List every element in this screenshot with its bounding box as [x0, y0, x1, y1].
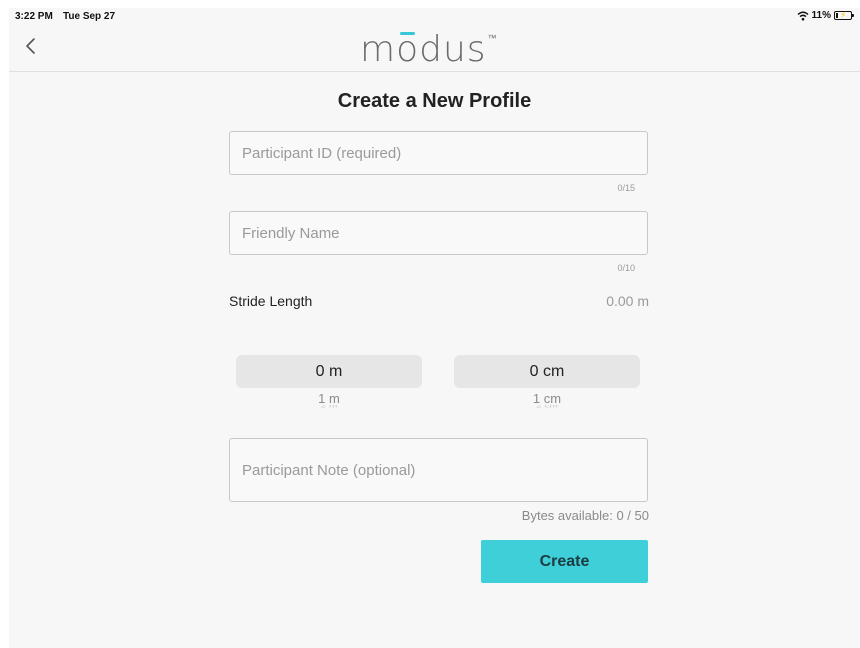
- device-frame: 3:22 PM Tue Sep 27 11% ⚡ modus™ Create a…: [0, 0, 860, 648]
- battery-percent: 11%: [811, 10, 831, 21]
- modus-logo: modus™: [360, 29, 498, 70]
- centimeter-picker-option[interactable]: 2 cm: [454, 405, 640, 409]
- app-screen: 3:22 PM Tue Sep 27 11% ⚡ modus™ Create a…: [9, 8, 860, 648]
- bytes-available-label: Bytes available: 0 / 50: [521, 508, 649, 523]
- meter-picker-option[interactable]: 2 m: [236, 405, 422, 409]
- centimeter-picker[interactable]: 0 cm 1 cm 2 cm: [454, 355, 640, 413]
- stride-length-label: Stride Length: [229, 293, 313, 309]
- participant-id-input[interactable]: Participant ID (required): [229, 131, 648, 175]
- participant-id-counter: 0/15: [617, 183, 635, 193]
- participant-id-placeholder: Participant ID (required): [242, 144, 402, 162]
- centimeter-picker-selected[interactable]: 0 cm: [454, 355, 640, 388]
- navigation-bar: modus™: [9, 24, 860, 72]
- friendly-name-counter: 0/10: [617, 263, 635, 273]
- status-time: 3:22 PM: [15, 11, 53, 22]
- wifi-icon: [797, 11, 809, 20]
- centimeter-picker-option[interactable]: 1 cm: [454, 391, 640, 406]
- participant-note-placeholder: Participant Note (optional): [242, 461, 416, 479]
- status-bar: 3:22 PM Tue Sep 27 11% ⚡: [9, 8, 860, 24]
- battery-charging-icon: ⚡: [834, 11, 854, 20]
- create-button[interactable]: Create: [481, 540, 648, 583]
- meter-picker[interactable]: 0 m 1 m 2 m: [236, 355, 422, 413]
- friendly-name-placeholder: Friendly Name: [242, 224, 340, 242]
- stride-length-value: 0.00 m: [606, 293, 649, 309]
- meter-picker-option[interactable]: 1 m: [236, 391, 422, 406]
- status-date: Tue Sep 27: [63, 11, 116, 22]
- chevron-left-icon[interactable]: [19, 34, 43, 58]
- page-title: Create a New Profile: [337, 90, 532, 112]
- status-indicators: 11% ⚡: [797, 10, 854, 21]
- friendly-name-input[interactable]: Friendly Name: [229, 211, 648, 255]
- participant-note-input[interactable]: Participant Note (optional): [229, 438, 648, 502]
- meter-picker-selected[interactable]: 0 m: [236, 355, 422, 388]
